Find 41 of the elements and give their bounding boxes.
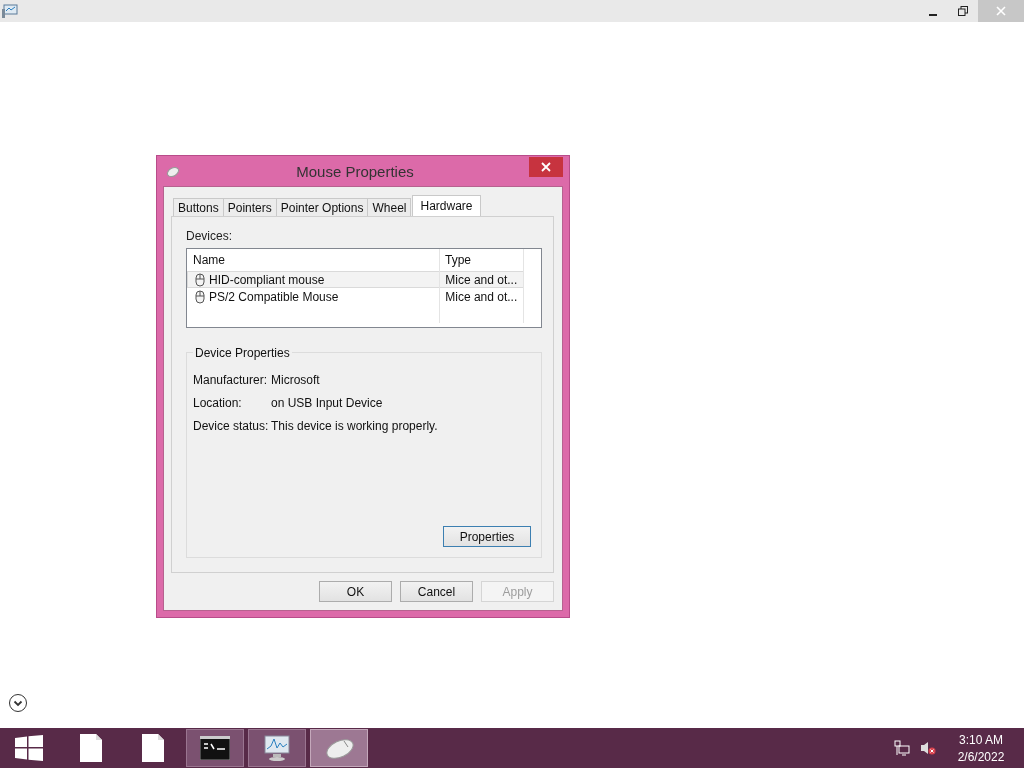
group-title: Device Properties: [193, 346, 292, 360]
device-name: PS/2 Compatible Mouse: [209, 289, 339, 304]
network-icon[interactable]: [894, 740, 910, 756]
speaker-muted-icon[interactable]: [920, 740, 936, 756]
tab[interactable]: Hardware: [412, 195, 481, 216]
device-name: HID-compliant mouse: [209, 272, 325, 287]
close-button[interactable]: [529, 157, 563, 177]
monitor-icon[interactable]: [248, 729, 306, 767]
dialog-button[interactable]: Cancel: [400, 581, 473, 602]
tab[interactable]: Wheel: [367, 198, 412, 216]
close-icon: [996, 6, 1006, 16]
properties-button[interactable]: Properties: [443, 526, 531, 547]
tab[interactable]: Pointers: [222, 198, 277, 216]
device-type: Mice and ot...: [444, 289, 519, 304]
tab[interactable]: Pointer Options: [275, 198, 369, 216]
device-row[interactable]: PS/2 Compatible Mouse Mice and ot...: [187, 288, 524, 305]
field-label: Device status:: [193, 419, 270, 433]
field-label: Manufacturer:: [193, 373, 269, 387]
dialog-title: Mouse Properties: [295, 162, 415, 180]
close-icon: [541, 162, 551, 172]
column-header[interactable]: Name: [187, 253, 439, 267]
devices-label: Devices:: [186, 229, 233, 243]
windows-icon: [15, 735, 43, 761]
device-type: Mice and ot...: [444, 272, 519, 287]
field-label: Location:: [193, 396, 243, 410]
device-row[interactable]: HID-compliant mouse Mice and ot...: [187, 271, 524, 288]
console-icon[interactable]: [186, 729, 244, 767]
mouse-icon: [165, 164, 181, 178]
dialog-button[interactable]: OK: [319, 581, 392, 602]
tab[interactable]: Buttons: [173, 198, 224, 216]
field-value: This device is working properly.: [271, 419, 438, 433]
minimize-icon: [929, 13, 937, 16]
mouse-icon: [194, 289, 206, 304]
clock-time[interactable]: 3:10 AM: [959, 732, 1003, 747]
field-value: on USB Input Device: [271, 396, 383, 410]
field-value: Microsoft: [271, 373, 320, 387]
clock-date[interactable]: 2/6/2022: [957, 749, 1005, 764]
column-header[interactable]: Type: [439, 253, 523, 267]
restore-icon: [958, 6, 968, 16]
mouse-icon[interactable]: [310, 729, 368, 767]
mouse-icon: [194, 272, 206, 287]
